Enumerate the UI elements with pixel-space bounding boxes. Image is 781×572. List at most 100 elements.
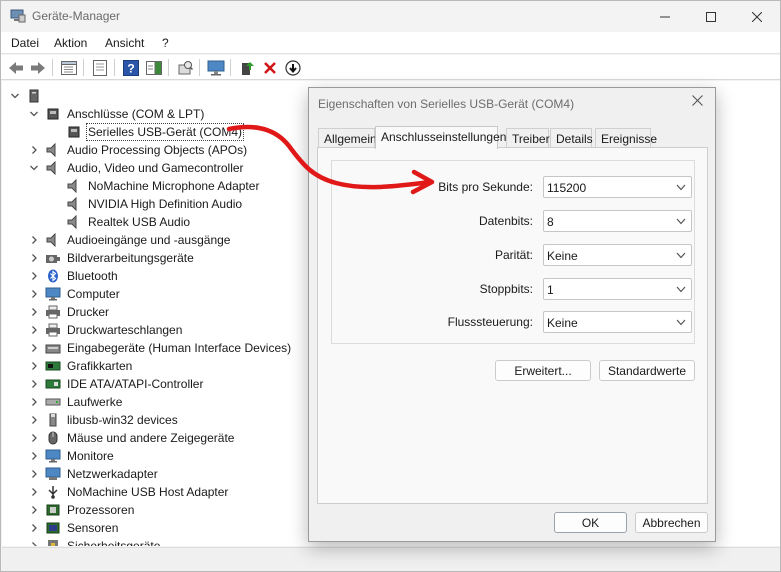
tree-category-item[interactable]: Druckwarteschlangen [31,321,182,339]
tree-category-item[interactable]: Drucker [31,303,109,321]
chevron-right-icon[interactable] [29,487,39,497]
data-bits-select[interactable]: 8 [543,210,692,232]
security-icon [48,540,58,546]
speaker-device-icon [67,215,77,229]
tree-category-item[interactable]: Mäuse und andere Zeigegeräte [31,429,234,447]
menu-aktion[interactable]: Aktion [54,36,87,50]
tree-category-item[interactable]: libusb-win32 devices [31,411,178,429]
data-bits-label: Datenbits: [478,214,533,228]
menu-bar: Datei Aktion Ansicht ? [1,32,780,54]
chevron-right-icon[interactable] [29,361,39,371]
disk-drive-icon [45,398,61,406]
tree-category-item[interactable]: Anschlüsse (COM & LPT) [29,105,204,123]
ok-button[interactable]: OK [554,512,627,533]
chevron-right-icon[interactable] [29,505,39,515]
restore-defaults-button[interactable]: Standardwerte [599,360,695,381]
uninstall-device-icon[interactable] [260,58,279,77]
flow-control-label: Flusssteuerung: [447,315,533,329]
stop-bits-select[interactable]: 1 [543,278,692,300]
tree-category-item[interactable]: NoMachine USB Host Adapter [31,483,228,501]
tree-category-item[interactable]: IDE ATA/ATAPI-Controller [31,375,203,393]
chevron-right-icon[interactable] [29,325,39,335]
maximize-button[interactable] [688,1,734,32]
tree-device-item[interactable]: NoMachine Microphone Adapter [66,177,259,195]
tab-treiber[interactable]: Treiber [506,128,550,148]
tree-category-item[interactable]: Audio, Video und Gamecontroller [29,159,244,177]
back-icon[interactable] [6,58,25,77]
action-pane-icon[interactable] [144,58,163,77]
tree-category-item[interactable]: Prozessoren [31,501,134,519]
close-icon [691,95,703,106]
tree-category-item[interactable]: Audio Processing Objects (APOs) [31,141,247,159]
data-bits-value: 8 [547,215,554,229]
chevron-right-icon[interactable] [29,541,39,546]
chevron-right-icon[interactable] [29,289,39,299]
menu-datei[interactable]: Datei [11,36,39,50]
chevron-right-icon[interactable] [29,379,39,389]
chevron-down-icon[interactable] [29,109,39,119]
tree-category-item[interactable]: Netzwerkadapter [31,465,158,483]
tab-anschlusseinstellungen[interactable]: Anschlusseinstellungen [375,126,506,149]
tree-device-item[interactable]: Serielles USB-Gerät (COM4) [66,123,245,141]
disable-device-icon[interactable] [283,58,302,77]
update-driver-icon[interactable] [237,58,256,77]
tree-root[interactable] [10,87,48,105]
chevron-right-icon[interactable] [29,451,39,461]
chevron-down-icon[interactable] [29,163,39,173]
baud-rate-label: Bits pro Sekunde: [438,180,533,194]
flow-control-select[interactable]: Keine [543,311,692,333]
menu-ansicht[interactable]: Ansicht [105,36,144,50]
tree-category-item[interactable]: Audioeingänge und -ausgänge [31,231,230,249]
tree-category-item[interactable]: Sensoren [31,519,118,537]
advanced-button[interactable]: Erweitert... [495,360,591,381]
chevron-right-icon[interactable] [29,469,39,479]
minimize-button[interactable] [642,1,688,32]
forward-icon[interactable] [28,58,47,77]
title-bar[interactable]: Geräte-Manager [1,1,780,32]
tree-device-item[interactable]: Realtek USB Audio [66,213,190,231]
dialog-close-button[interactable] [689,94,705,110]
chevron-right-icon[interactable] [29,235,39,245]
chevron-right-icon[interactable] [29,253,39,263]
tree-category-item[interactable]: Eingabegeräte (Human Interface Devices) [31,339,291,357]
tree-category-item[interactable]: Grafikkarten [31,357,132,375]
parity-select[interactable]: Keine [543,244,692,266]
stop-bits-value: 1 [547,283,554,297]
chevron-right-icon[interactable] [29,343,39,353]
computer-display-icon[interactable] [206,58,225,77]
tab-ereignisse[interactable]: Ereignisse [595,128,657,148]
monitor-icon [45,449,61,463]
menu-help[interactable]: ? [162,36,169,50]
chevron-right-icon[interactable] [29,397,39,407]
chevron-down-icon [676,184,686,191]
baud-rate-select[interactable]: 115200 [543,176,692,198]
chevron-right-icon[interactable] [29,523,39,533]
tab-allgemein[interactable]: Allgemein [318,128,377,148]
show-hide-tree-icon[interactable] [59,58,78,77]
tree-item-label: Drucker [67,305,110,319]
chevron-right-icon[interactable] [29,415,39,425]
cancel-button[interactable]: Abbrechen [635,512,708,533]
help-icon[interactable]: ? [121,58,140,77]
properties-icon[interactable] [90,58,109,77]
chevron-down-icon[interactable] [10,91,20,101]
chevron-right-icon[interactable] [29,433,39,443]
tab-details[interactable]: Details [550,128,593,148]
tree-category-item[interactable]: Laufwerke [31,393,122,411]
tree-category-item[interactable]: Computer [31,285,120,303]
chevron-down-icon [676,286,686,293]
close-button[interactable] [734,1,780,32]
chevron-right-icon[interactable] [29,307,39,317]
chevron-right-icon[interactable] [29,271,39,281]
tree-category-item[interactable]: Bildverarbeitungsgeräte [31,249,194,267]
window-title: Geräte-Manager [32,9,121,23]
tree-device-item[interactable]: NVIDIA High Definition Audio [66,195,242,213]
scan-hardware-icon[interactable] [175,58,194,77]
tree-category-item[interactable]: Sicherheitsgeräte [31,537,160,546]
tree-item-label: IDE ATA/ATAPI-Controller [67,377,204,391]
chevron-right-icon[interactable] [29,145,39,155]
usb-icon [48,486,58,499]
tree-category-item[interactable]: Monitore [31,447,114,465]
speaker-icon [46,233,56,247]
tree-category-item[interactable]: Bluetooth [31,267,118,285]
